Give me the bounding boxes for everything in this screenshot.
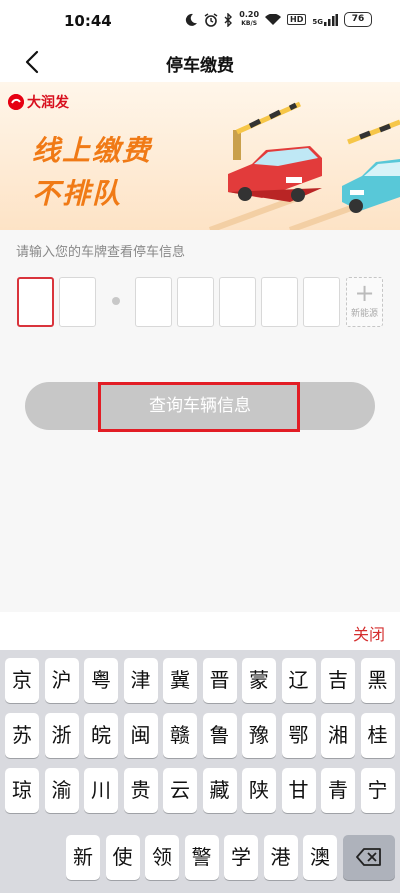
key-警[interactable]: 警: [184, 835, 219, 880]
status-icons: 0.20 KB/S HD 5G 76: [185, 11, 372, 28]
key-鄂[interactable]: 鄂: [281, 713, 316, 758]
teal-car: [342, 159, 400, 213]
wifi-icon: [265, 13, 282, 25]
key-陕[interactable]: 陕: [242, 768, 276, 813]
key-鲁[interactable]: 鲁: [202, 713, 237, 758]
key-琼[interactable]: 琼: [5, 768, 39, 813]
hd-badge: HD: [287, 14, 307, 25]
key-浙[interactable]: 浙: [44, 713, 79, 758]
key-豫[interactable]: 豫: [242, 713, 276, 758]
key-宁[interactable]: 宁: [360, 768, 395, 813]
new-energy-label: 新能源: [350, 309, 378, 319]
bluetooth-icon: [224, 12, 233, 27]
key-甘[interactable]: 甘: [281, 768, 316, 813]
page-title: 停车缴费: [166, 56, 234, 76]
backspace-key[interactable]: [343, 835, 395, 880]
key-吉[interactable]: 吉: [321, 658, 355, 703]
network-type-label: 5G: [312, 17, 323, 26]
signal-group: 5G: [312, 13, 338, 26]
header: 停车缴费: [0, 42, 400, 82]
key-领[interactable]: 领: [145, 835, 179, 880]
key-湘[interactable]: 湘: [321, 713, 355, 758]
key-冀[interactable]: 冀: [163, 658, 197, 703]
key-新[interactable]: 新: [66, 835, 100, 880]
key-贵[interactable]: 贵: [123, 768, 158, 813]
plate-form: 请输入您的车牌查看停车信息 + 新能源 查询车辆信息: [0, 230, 400, 612]
plate-slot-7[interactable]: [303, 277, 340, 327]
net-speed-value: 0.20: [239, 10, 260, 19]
red-car: [228, 146, 322, 202]
key-桂[interactable]: 桂: [360, 713, 395, 758]
parking-illustration: [208, 101, 400, 230]
key-沪[interactable]: 沪: [44, 658, 79, 703]
alarm-icon: [204, 12, 218, 27]
query-vehicle-button[interactable]: 查询车辆信息: [25, 382, 375, 430]
backspace-icon: [356, 848, 381, 866]
status-bar: 10:44 0.20 KB/S HD 5G 76: [0, 0, 400, 42]
net-speed: 0.20 KB/S: [239, 11, 259, 28]
key-津[interactable]: 津: [123, 658, 158, 703]
key-渝[interactable]: 渝: [44, 768, 79, 813]
key-澳[interactable]: 澳: [303, 835, 337, 880]
key-赣[interactable]: 赣: [163, 713, 197, 758]
plate-slot-5[interactable]: [219, 277, 256, 327]
key-学[interactable]: 学: [224, 835, 258, 880]
status-time: 10:44: [64, 12, 112, 30]
key-粤[interactable]: 粤: [84, 658, 118, 703]
new-energy-slot[interactable]: + 新能源: [346, 277, 383, 327]
promo-banner: 大润发 线上缴费 不排队: [0, 82, 400, 230]
key-使[interactable]: 使: [105, 835, 140, 880]
plate-slot-6[interactable]: [261, 277, 298, 327]
key-黑[interactable]: 黑: [360, 658, 395, 703]
signal-icon: [324, 13, 338, 26]
key-皖[interactable]: 皖: [84, 713, 118, 758]
plate-prompt: 请输入您的车牌查看停车信息: [16, 245, 186, 260]
keyboard-close-button[interactable]: 关闭: [353, 621, 385, 645]
key-藏[interactable]: 藏: [202, 768, 237, 813]
key-闽[interactable]: 闽: [123, 713, 158, 758]
key-辽[interactable]: 辽: [281, 658, 316, 703]
key-港[interactable]: 港: [263, 835, 298, 880]
moon-icon: [186, 13, 198, 26]
key-京[interactable]: 京: [5, 658, 39, 703]
key-苏[interactable]: 苏: [5, 713, 39, 758]
plate-slot-3[interactable]: [135, 277, 172, 327]
battery-icon: 76: [344, 12, 372, 27]
plus-icon: +: [354, 279, 375, 307]
keyboard-toolbar: 关闭: [0, 612, 400, 650]
plate-input-row: + 新能源: [0, 277, 400, 327]
key-晋[interactable]: 晋: [202, 658, 237, 703]
plate-slot-letter[interactable]: [59, 277, 96, 327]
key-云[interactable]: 云: [163, 768, 197, 813]
province-keyboard: 京沪粤津冀晋蒙辽吉黑苏浙皖闽赣鲁豫鄂湘桂琼渝川贵云藏陕甘青宁新使领警学港澳: [0, 650, 400, 893]
plate-separator-dot: [112, 297, 120, 305]
key-川[interactable]: 川: [84, 768, 118, 813]
net-speed-unit: KB/S: [241, 20, 258, 27]
plate-slot-province[interactable]: [17, 277, 54, 327]
key-青[interactable]: 青: [321, 768, 355, 813]
key-蒙[interactable]: 蒙: [242, 658, 276, 703]
plate-slot-4[interactable]: [177, 277, 214, 327]
